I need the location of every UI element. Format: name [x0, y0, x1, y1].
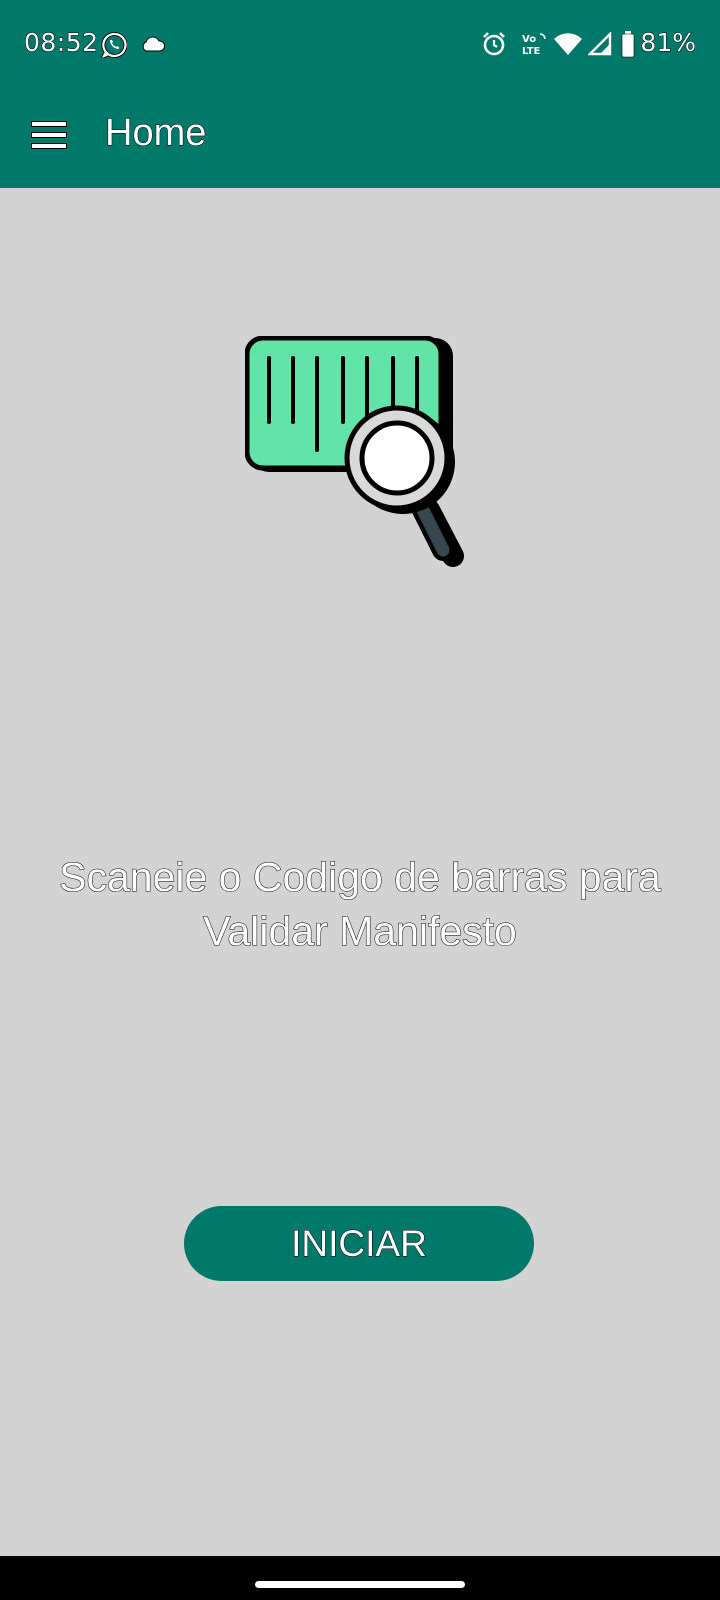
- battery-icon: [621, 31, 635, 58]
- app-bar: Home: [0, 86, 720, 188]
- home-indicator[interactable]: [255, 1581, 465, 1588]
- alarm-icon: [483, 32, 505, 56]
- navigation-bar: [0, 1556, 720, 1600]
- hamburger-menu-icon[interactable]: [18, 106, 78, 166]
- svg-text:Vo: Vo: [522, 34, 536, 45]
- signal-icon: [588, 32, 612, 56]
- instruction-line-1: Scaneie o Codigo de barras para: [59, 854, 662, 901]
- instruction-line-2: Validar Manifesto: [203, 908, 518, 955]
- battery-percentage: 81%: [640, 28, 697, 58]
- start-button[interactable]: INICIAR: [184, 1206, 534, 1281]
- svg-text:LTE: LTE: [522, 46, 541, 57]
- barcode-search-icon: [245, 336, 464, 567]
- status-bar: 08:52 Vo LTE 81%: [0, 0, 720, 86]
- volte-icon: Vo LTE: [522, 33, 546, 57]
- status-time: 08:52: [24, 28, 99, 58]
- instruction-text: Scaneie o Codigo de barras para Validar …: [0, 850, 720, 958]
- page-title: Home: [104, 112, 207, 155]
- wifi-icon: [554, 33, 582, 55]
- cloud-icon: [142, 36, 166, 52]
- whatsapp-icon: [101, 32, 127, 58]
